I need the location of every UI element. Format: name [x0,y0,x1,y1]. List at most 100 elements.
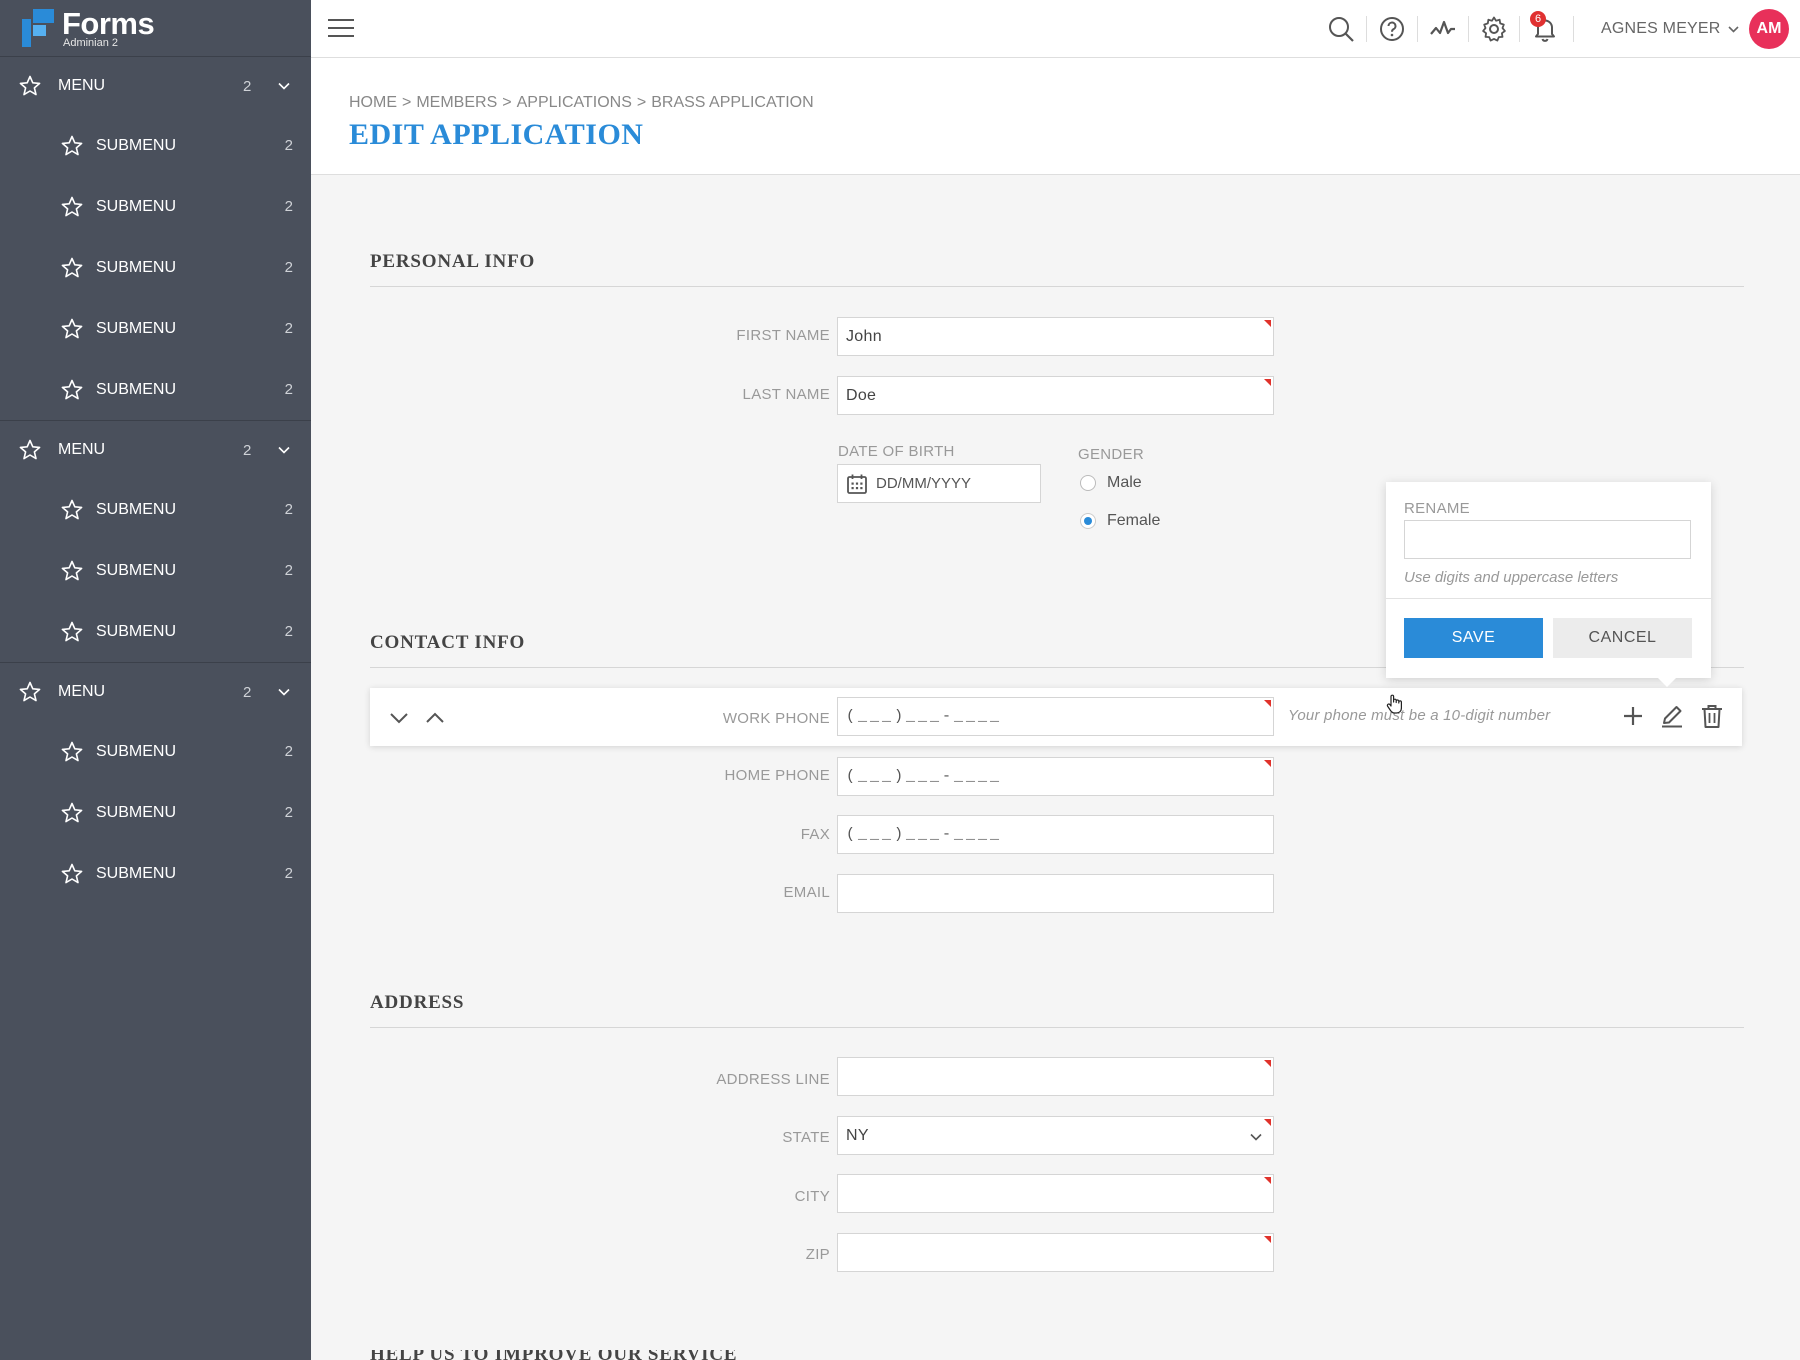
submenu-item[interactable]: SUBMENU 2 [0,601,311,662]
breadcrumb-applications[interactable]: APPLICATIONS [517,94,632,111]
submenu-count: 2 [284,562,293,579]
star-icon [61,196,83,216]
zip-input[interactable] [837,1233,1274,1272]
fax-placeholder: (___)___-____ [846,826,1003,843]
submenu-count: 2 [284,804,293,821]
submenu-item[interactable]: SUBMENU 2 [0,782,311,843]
submenu-count: 2 [284,259,293,276]
avatar[interactable]: AM [1749,9,1789,49]
first-name-label: FIRST NAME [736,327,830,344]
gender-label: GENDER [1078,446,1144,463]
submenu-item[interactable]: SUBMENU 2 [0,298,311,359]
star-icon [19,681,41,702]
section-divider [370,1027,1744,1028]
submenu-label: SUBMENU [96,622,177,640]
add-icon[interactable] [1620,703,1646,729]
email-input[interactable] [837,874,1274,913]
star-icon [61,741,83,761]
submenu-label: SUBMENU [96,500,177,518]
date-of-birth-input[interactable]: DD/MM/YYYY [837,464,1041,503]
home-phone-input[interactable]: (___)___-____ [837,757,1274,796]
submenu-label: SUBMENU [96,319,177,337]
submenu-item[interactable]: SUBMENU 2 [0,237,311,298]
activity-icon[interactable] [1429,15,1457,43]
star-icon [61,802,83,822]
section-title-clip: HELP US TO IMPROVE OUR SERVICE [0,1350,1800,1360]
gear-icon[interactable] [1480,15,1508,43]
fax-input[interactable]: (___)___-____ [837,815,1274,854]
save-button[interactable]: SAVE [1404,618,1543,658]
submenu-label: SUBMENU [96,380,177,398]
submenu-item[interactable]: SUBMENU 2 [0,479,311,540]
section-divider [370,286,1744,287]
star-icon [61,318,83,338]
address-line-input[interactable] [837,1057,1274,1096]
submenu-count: 2 [284,137,293,154]
menu-item-2[interactable]: MENU 2 [0,421,311,479]
gender-female-radio[interactable]: Female [1080,512,1160,530]
state-select[interactable]: NY [837,1116,1274,1155]
cancel-button[interactable]: CANCEL [1553,618,1692,658]
breadcrumb-current: BRASS APPLICATION [651,94,814,111]
submenu-item[interactable]: SUBMENU 2 [0,843,311,904]
work-phone-label: WORK PHONE [722,710,830,727]
trash-icon[interactable] [1699,703,1725,729]
calendar-icon[interactable] [846,473,868,495]
star-icon [19,75,41,96]
submenu-item[interactable]: SUBMENU 2 [0,359,311,420]
search-icon[interactable] [1327,15,1355,43]
edit-icon[interactable] [1659,703,1685,729]
last-name-label: LAST NAME [742,386,830,403]
rename-label: RENAME [1404,500,1470,517]
star-icon [61,499,83,519]
gender-female-label: Female [1107,512,1161,529]
email-label: EMAIL [783,884,830,901]
breadcrumb-separator: > [402,94,412,111]
last-name-input[interactable]: Doe [837,376,1274,415]
radio-button[interactable] [1080,475,1096,491]
menu-label: MENU [58,77,106,94]
star-icon [61,379,83,399]
breadcrumb-separator: > [636,94,647,111]
menu-item-3[interactable]: MENU 2 [0,663,311,721]
breadcrumb-home[interactable]: HOME [349,94,397,111]
help-improve-title: HELP US TO IMPROVE OUR SERVICE [370,1350,737,1360]
rename-input[interactable] [1404,520,1691,559]
star-icon [61,257,83,277]
rename-popover: RENAME Use digits and uppercase letters … [1386,482,1711,687]
breadcrumb-members[interactable]: MEMBERS [416,94,497,111]
radio-button-selected[interactable] [1080,513,1096,529]
menu-count: 2 [243,441,252,459]
submenu-item[interactable]: SUBMENU 2 [0,115,311,176]
first-name-input[interactable]: John [837,317,1274,356]
submenu-item[interactable]: SUBMENU 2 [0,540,311,601]
submenu-count: 2 [284,320,293,337]
page-title: EDIT APPLICATION [349,118,644,151]
last-name-value: Doe [846,386,877,404]
city-label: CITY [794,1188,830,1205]
menu-count: 2 [243,683,252,701]
star-icon [61,560,83,580]
state-value: NY [846,1126,869,1144]
submenu-item[interactable]: SUBMENU 2 [0,721,311,782]
chevron-down-icon[interactable] [1727,23,1740,36]
fax-label: FAX [800,826,830,843]
work-phone-input[interactable]: (___)___-____ [837,697,1274,736]
star-icon [61,135,83,155]
dob-label: DATE OF BIRTH [838,443,955,460]
app-logo[interactable]: Forms Adminian 2 [0,0,311,57]
user-name[interactable]: AGNES MEYER [1601,20,1721,38]
popover-divider [1386,598,1711,599]
star-icon [61,621,83,641]
submenu-label: SUBMENU [96,561,177,579]
gender-male-radio[interactable]: Male [1080,474,1142,492]
menu-label: MENU [58,683,106,700]
menu-item-1[interactable]: MENU 2 [0,57,311,115]
menu-group-2: MENU 2 SUBMENU 2 SUBMENU 2 SUBMENU 2 [0,421,311,663]
app-subtitle: Adminian 2 [63,36,119,49]
home-phone-placeholder: (___)___-____ [846,768,1003,785]
submenu-item[interactable]: SUBMENU 2 [0,176,311,237]
help-icon[interactable] [1378,15,1406,43]
city-input[interactable] [837,1174,1274,1213]
chevron-down-icon [278,446,290,454]
